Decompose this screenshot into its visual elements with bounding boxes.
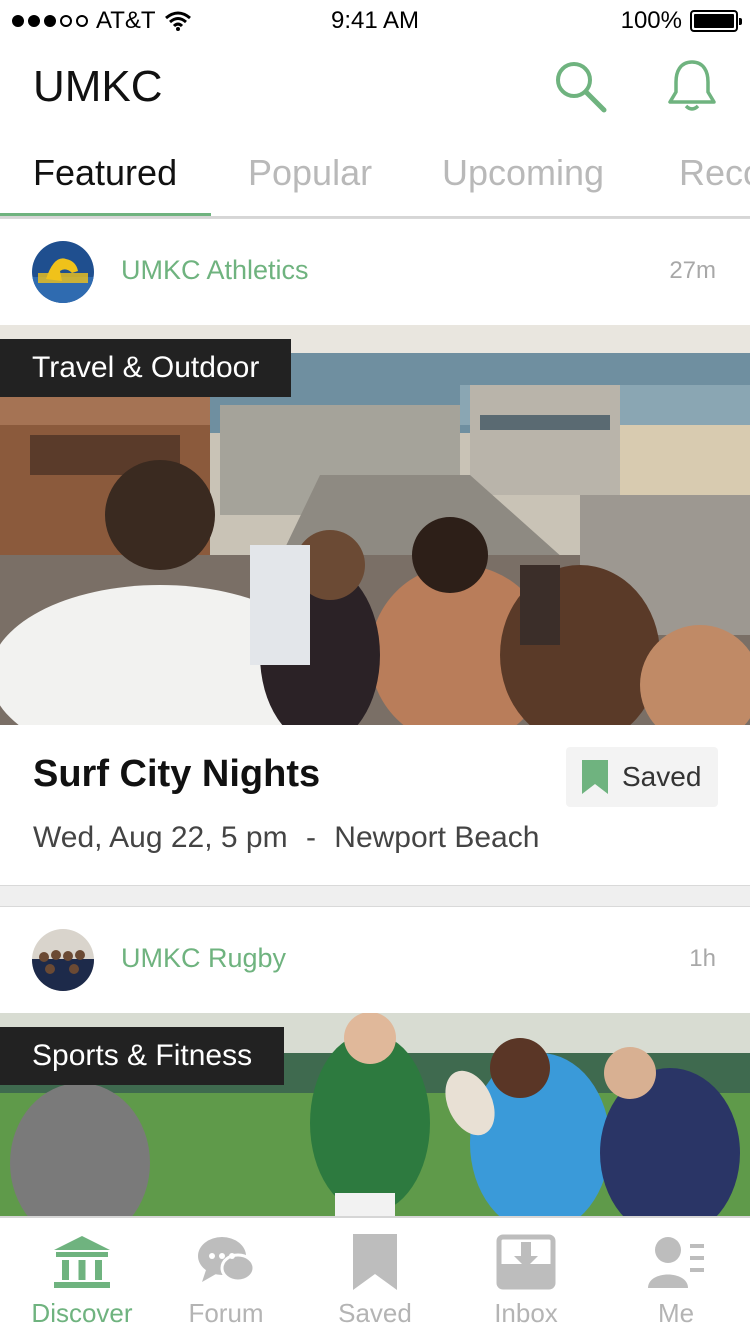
avatar[interactable] bbox=[32, 929, 94, 991]
nav-discover[interactable]: Discover bbox=[7, 1218, 157, 1334]
search-icon[interactable] bbox=[552, 58, 608, 114]
post-header: UMKC Athletics 27m bbox=[0, 219, 750, 325]
tab-upcoming[interactable]: Upcoming bbox=[442, 152, 604, 194]
battery-icon bbox=[690, 10, 742, 32]
battery-group: 100% bbox=[620, 7, 742, 35]
inbox-icon bbox=[496, 1234, 556, 1290]
post-header: UMKC Rugby 1h bbox=[0, 907, 750, 1013]
nav-saved[interactable]: Saved bbox=[300, 1218, 450, 1334]
nav-label: Forum bbox=[188, 1298, 264, 1328]
saved-button[interactable]: Saved bbox=[566, 747, 718, 807]
chat-bubbles-icon bbox=[198, 1237, 256, 1283]
event-card[interactable]: UMKC Rugby 1h Sports & Fitness bbox=[0, 906, 750, 1243]
nav-label: Discover bbox=[31, 1298, 133, 1328]
meta-separator: - bbox=[305, 821, 316, 854]
bell-icon[interactable] bbox=[664, 58, 720, 114]
post-author[interactable]: UMKC Rugby bbox=[121, 943, 286, 974]
status-bar: AT&T 9:41 AM 100% bbox=[0, 0, 750, 40]
post-time: 1h bbox=[689, 945, 716, 972]
app-header: UMKC bbox=[0, 40, 750, 130]
nav-label: Inbox bbox=[494, 1298, 558, 1328]
page-title: UMKC bbox=[33, 62, 163, 111]
tab-popular[interactable]: Popular bbox=[248, 152, 372, 194]
bottom-nav: Discover Forum Saved Inbox Me bbox=[0, 1216, 750, 1334]
event-meta: Wed, Aug 22, 5 pm - Newport Beach bbox=[33, 821, 539, 855]
event-photo[interactable]: Travel & Outdoor bbox=[0, 325, 750, 725]
nav-inbox[interactable]: Inbox bbox=[451, 1218, 601, 1334]
event-card[interactable]: UMKC Athletics 27m Travel & Outdoor Surf… bbox=[0, 218, 750, 886]
tab-recommended[interactable]: Reco bbox=[679, 152, 750, 194]
saved-label: Saved bbox=[622, 761, 702, 792]
bookmark-icon bbox=[582, 760, 608, 794]
category-tag[interactable]: Travel & Outdoor bbox=[0, 339, 292, 397]
profile-icon bbox=[648, 1237, 704, 1288]
nav-me[interactable]: Me bbox=[601, 1218, 750, 1334]
avatar[interactable] bbox=[32, 241, 94, 303]
post-author[interactable]: UMKC Athletics bbox=[121, 255, 309, 286]
tab-bar: Featured Popular Upcoming Reco bbox=[0, 130, 750, 218]
event-date: Wed, Aug 22, 5 pm bbox=[33, 821, 288, 854]
nav-label: Me bbox=[657, 1298, 695, 1328]
category-tag[interactable]: Sports & Fitness bbox=[0, 1027, 285, 1085]
post-time: 27m bbox=[669, 257, 716, 284]
nav-label: Saved bbox=[338, 1298, 412, 1328]
bookmark-icon bbox=[353, 1234, 397, 1290]
tab-featured[interactable]: Featured bbox=[33, 152, 177, 194]
event-photo[interactable]: Sports & Fitness bbox=[0, 1013, 750, 1243]
bank-icon bbox=[54, 1236, 110, 1288]
event-title[interactable]: Surf City Nights bbox=[33, 753, 320, 796]
event-location: Newport Beach bbox=[334, 821, 540, 854]
battery-percent: 100% bbox=[620, 7, 682, 34]
nav-forum[interactable]: Forum bbox=[151, 1218, 301, 1334]
